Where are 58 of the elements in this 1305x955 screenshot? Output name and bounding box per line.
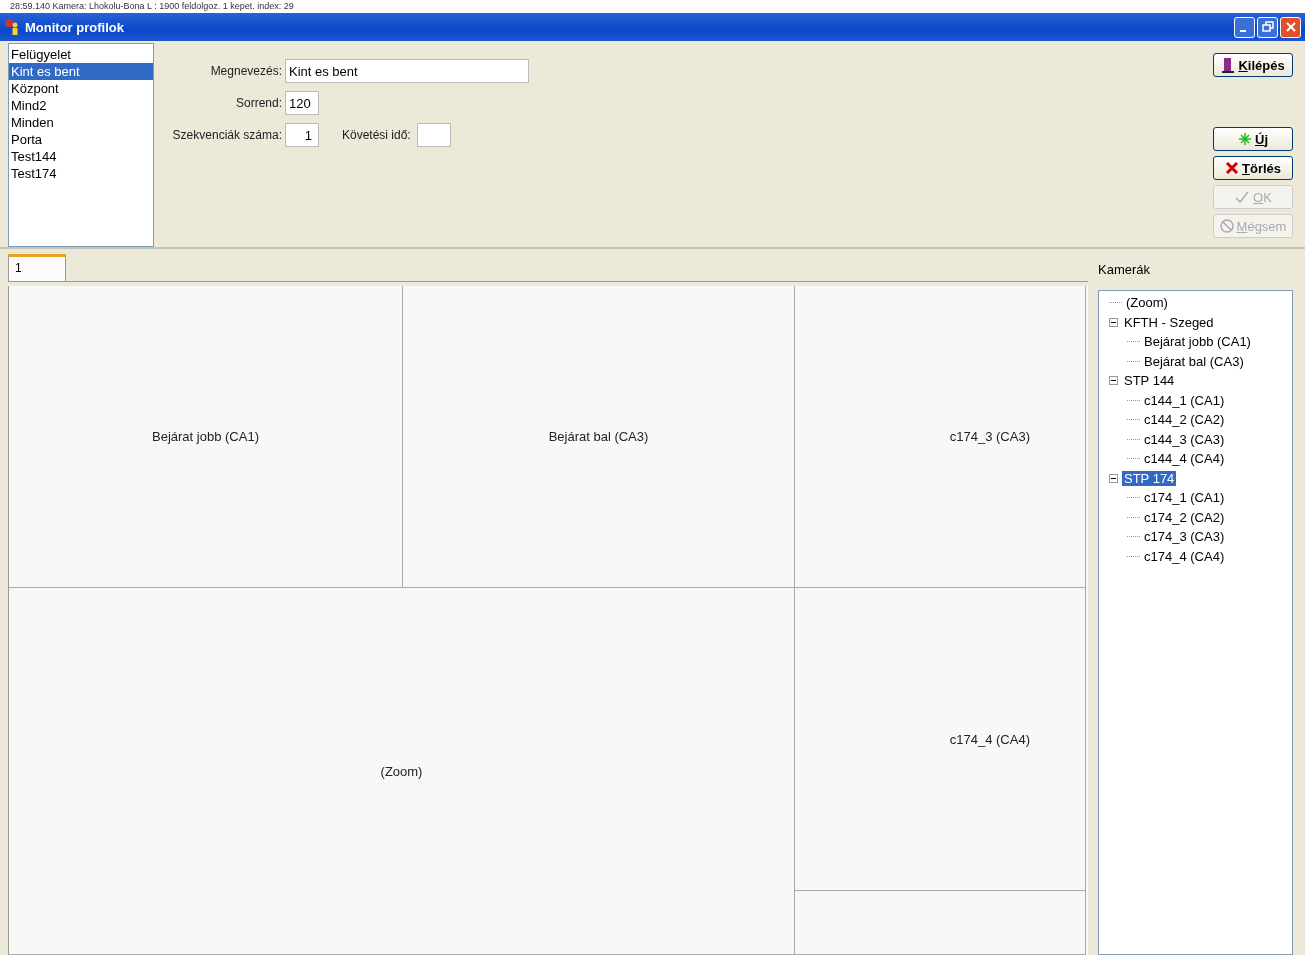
minimize-button[interactable] [1234,16,1255,38]
window-title: Monitor profilok [25,19,124,35]
delete-button[interactable]: Törlés [1213,156,1293,180]
door-icon [1221,57,1236,73]
tree-item[interactable]: c174_3 (CA3) [1142,529,1227,545]
tree-item[interactable]: STP 174 [1122,470,1177,486]
log-text: 28:59.140 Kamera: Lhokolu-Bona L : 1900 feldolgoz. 1 kepet. index: 29 [0,0,1305,13]
name-field[interactable]: Kint es bent [285,59,529,83]
camera-label: Bejárat jobb (CA1) [152,429,259,444]
minimize-icon [1239,30,1246,32]
cross-icon [1225,161,1239,175]
tree-item[interactable]: c174_1 (CA1) [1142,490,1227,506]
profile-item[interactable]: Felügyelet [9,46,153,63]
restore-button[interactable] [1257,16,1278,38]
camera-slot[interactable]: c174_4 (CA4) [795,588,1086,891]
camera-slot[interactable]: (Zoom) [9,588,795,955]
prohibited-icon [1219,219,1234,233]
camera-label: c174_3 (CA3) [949,429,1030,444]
profile-item[interactable]: Kint es bent [9,63,153,80]
tree-item[interactable]: Bejárat jobb (CA1) [1142,334,1253,350]
tree-item[interactable]: (Zoom) [1124,295,1170,311]
profile-item[interactable]: Minden [9,114,153,131]
close-icon [1284,21,1297,33]
follow-time-field[interactable] [416,123,451,147]
camera-label: Bejárat bal (CA3) [548,429,649,444]
camera-label: (Zoom) [380,763,423,779]
profile-item[interactable]: Test144 [9,148,153,165]
panel-title: Kamerák [1098,262,1152,279]
field-label: Követési idő: [342,128,411,142]
sequence-count-field[interactable]: 1 [285,123,319,147]
tree-item[interactable]: c174_4 (CA4) [1142,548,1227,564]
restore-icon [1261,21,1274,33]
tree-item[interactable]: c144_2 (CA2) [1142,412,1227,428]
order-field[interactable]: 120 [285,91,319,115]
camera-slot[interactable]: Bejárat jobb (CA1) [9,286,403,588]
checkmark-icon [1234,190,1251,204]
tree-item[interactable]: c144_4 (CA4) [1142,451,1227,467]
profile-item[interactable]: Test174 [9,165,153,182]
profile-item[interactable]: Központ [9,80,153,97]
profile-item[interactable]: Mind2 [9,97,153,114]
camera-label: c174_4 (CA4) [949,731,1030,747]
tree-item[interactable]: c144_3 (CA3) [1142,431,1227,447]
new-button[interactable]: Új [1213,127,1293,151]
tree-item[interactable]: KFTH - Szeged [1122,314,1216,330]
field-label: Megnevezés: [209,64,283,78]
tree-item[interactable]: c174_2 (CA2) [1142,509,1227,525]
field-label: Sorrend: [234,96,283,110]
camera-slot[interactable]: c174_3 (CA3) [795,286,1086,588]
sparkle-icon [1238,132,1252,146]
close-button[interactable] [1280,16,1301,38]
tree-item[interactable]: c144_1 (CA1) [1142,392,1227,408]
profile-item[interactable]: Porta [9,131,153,148]
field-label: Szekvenciák száma: [171,128,283,142]
camera-slot[interactable]: Bejárat bal (CA3) [403,286,795,588]
tree-item[interactable]: Bejárat bal (CA3) [1142,353,1246,369]
tree-item[interactable]: STP 144 [1122,373,1177,389]
tab[interactable]: 1 [8,254,66,281]
exit-button[interactable]: Kilépés [1213,53,1293,77]
